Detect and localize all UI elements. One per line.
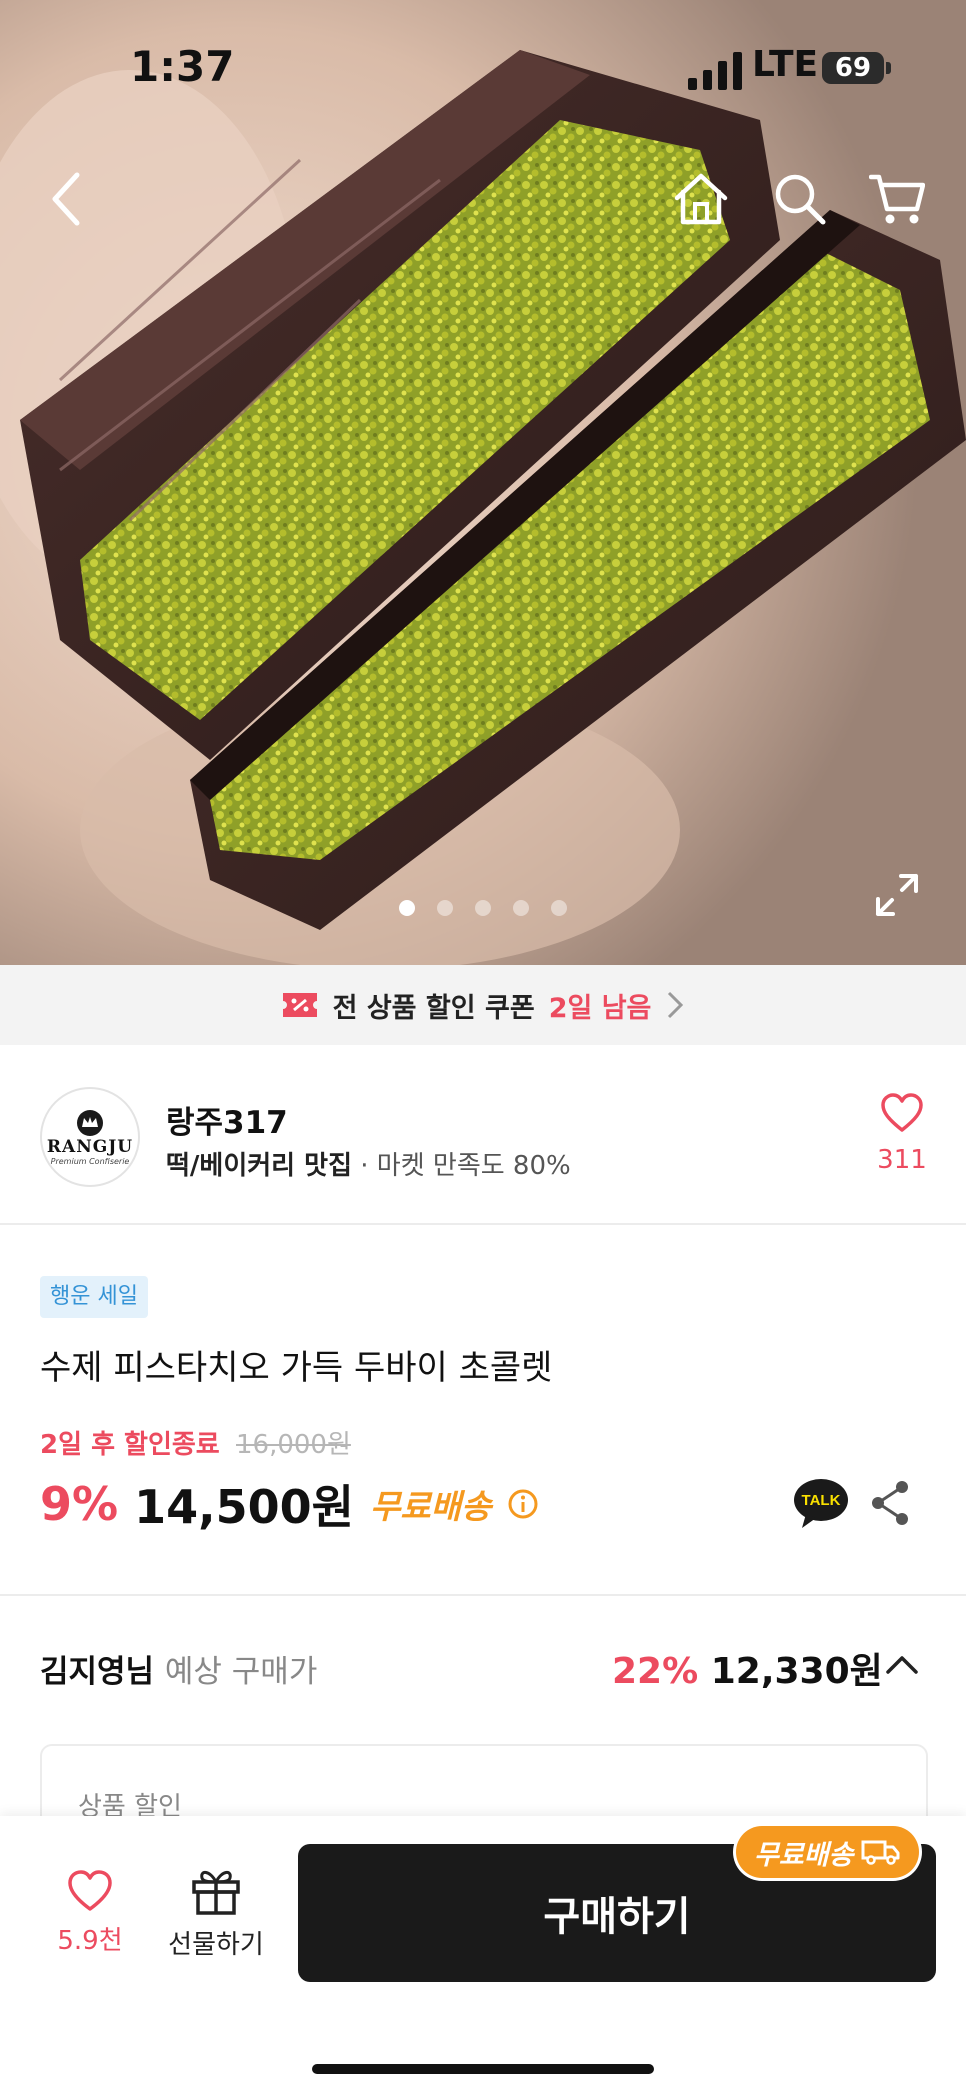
seller-info: 떡/베이커리 맛집 · 마켓 만족도 80% (166, 1145, 571, 1182)
user-name: 김지영님 (40, 1654, 155, 1690)
gift-button[interactable]: 선물하기 (160, 1866, 272, 1961)
cart-button[interactable] (862, 164, 932, 234)
carousel-indicator[interactable] (0, 900, 966, 924)
seller-fav-count: 311 (877, 1145, 927, 1175)
chevron-right-icon (668, 991, 684, 1019)
gift-icon (192, 1871, 240, 1915)
network-type: LTE (752, 44, 819, 85)
seller-satisfaction: · 마켓 만족도 80% (360, 1151, 571, 1181)
back-button[interactable] (32, 164, 102, 234)
like-button[interactable]: 5.9천 (40, 1870, 140, 1957)
collapse-button[interactable] (884, 1650, 920, 1680)
coupon-icon (282, 993, 317, 1017)
expected-amount: 12,330원 (710, 1651, 883, 1692)
gift-label: 선물하기 (168, 1930, 264, 1960)
original-price: 16,000원 (236, 1430, 351, 1460)
like-count: 5.9천 (57, 1926, 123, 1956)
truck-icon (861, 1840, 900, 1865)
status-time: 1:37 (130, 42, 235, 91)
seller-favorite-button[interactable] (880, 1093, 924, 1137)
battery-tip (886, 62, 891, 74)
seller-avatar[interactable]: RANGJU Premium Confiserie (40, 1087, 140, 1187)
seller-category: 떡/베이커리 맛집 (166, 1151, 352, 1181)
product-image[interactable] (0, 0, 966, 965)
product-title: 수제 피스타치오 가득 두바이 초콜렛 (40, 1348, 553, 1388)
home-icon (674, 173, 728, 225)
share-button[interactable] (868, 1478, 912, 1528)
carousel-dot[interactable] (475, 900, 491, 916)
seller-section[interactable]: RANGJU Premium Confiserie 랑주317 떡/베이커리 맛… (0, 1045, 966, 1225)
carousel-dot[interactable] (437, 900, 453, 916)
expected-price: 22% 12,330원 (612, 1642, 883, 1694)
cart-icon (869, 174, 925, 224)
discount-rate: 9% (40, 1477, 119, 1531)
seller-name[interactable]: 랑주317 (166, 1097, 288, 1142)
discount-deadline: 2일 후 할인종료 (40, 1430, 220, 1460)
expected-price-caption: 예상 구매가 (164, 1654, 318, 1690)
signal-icon (688, 52, 742, 90)
heart-icon (68, 1870, 112, 1911)
carousel-dot[interactable] (551, 900, 567, 916)
heart-icon (881, 1093, 923, 1132)
coupon-banner[interactable]: 전 상품 할인 쿠폰 2일 남음 (0, 965, 966, 1045)
divider (0, 1594, 966, 1596)
kakao-talk-icon: TALK (794, 1479, 848, 1528)
free-shipping-pill-text: 무료배송 (754, 1839, 854, 1871)
price-row: 9% 14,500원 무료배송 (40, 1474, 539, 1534)
sale-price: 14,500원 (134, 1480, 354, 1534)
coupon-text: 전 상품 할인 쿠폰 (332, 992, 535, 1024)
carousel-dot[interactable] (399, 900, 415, 916)
carousel-dot[interactable] (513, 900, 529, 916)
seller-logo-sub: Premium Confiserie (50, 1156, 130, 1166)
talk-label: TALK (802, 1492, 841, 1509)
search-button[interactable] (765, 164, 835, 234)
status-bar: 1:37 LTE 69 (0, 0, 966, 140)
free-shipping-label: 무료배송 (369, 1487, 492, 1526)
share-icon (872, 1481, 908, 1525)
free-shipping-pill: 무료배송 (736, 1826, 920, 1878)
battery-icon: 69 (822, 52, 884, 84)
seller-logo-text: RANGJU (46, 1136, 134, 1157)
home-indicator (312, 2064, 654, 2074)
home-button[interactable] (666, 164, 736, 234)
expected-price-label: 김지영님 예상 구매가 (40, 1646, 317, 1691)
kakao-talk-share-button[interactable]: TALK (792, 1478, 850, 1530)
coupon-remaining: 2일 남음 (548, 992, 652, 1024)
expected-discount: 22% (612, 1651, 699, 1692)
sale-badge: 행운 세일 (40, 1276, 148, 1318)
chevron-up-icon (886, 1656, 918, 1674)
chocolate-photo (0, 0, 966, 965)
chevron-left-icon (52, 172, 80, 226)
info-icon[interactable] (507, 1488, 539, 1520)
crown-icon (77, 1109, 103, 1136)
search-icon (775, 174, 826, 225)
